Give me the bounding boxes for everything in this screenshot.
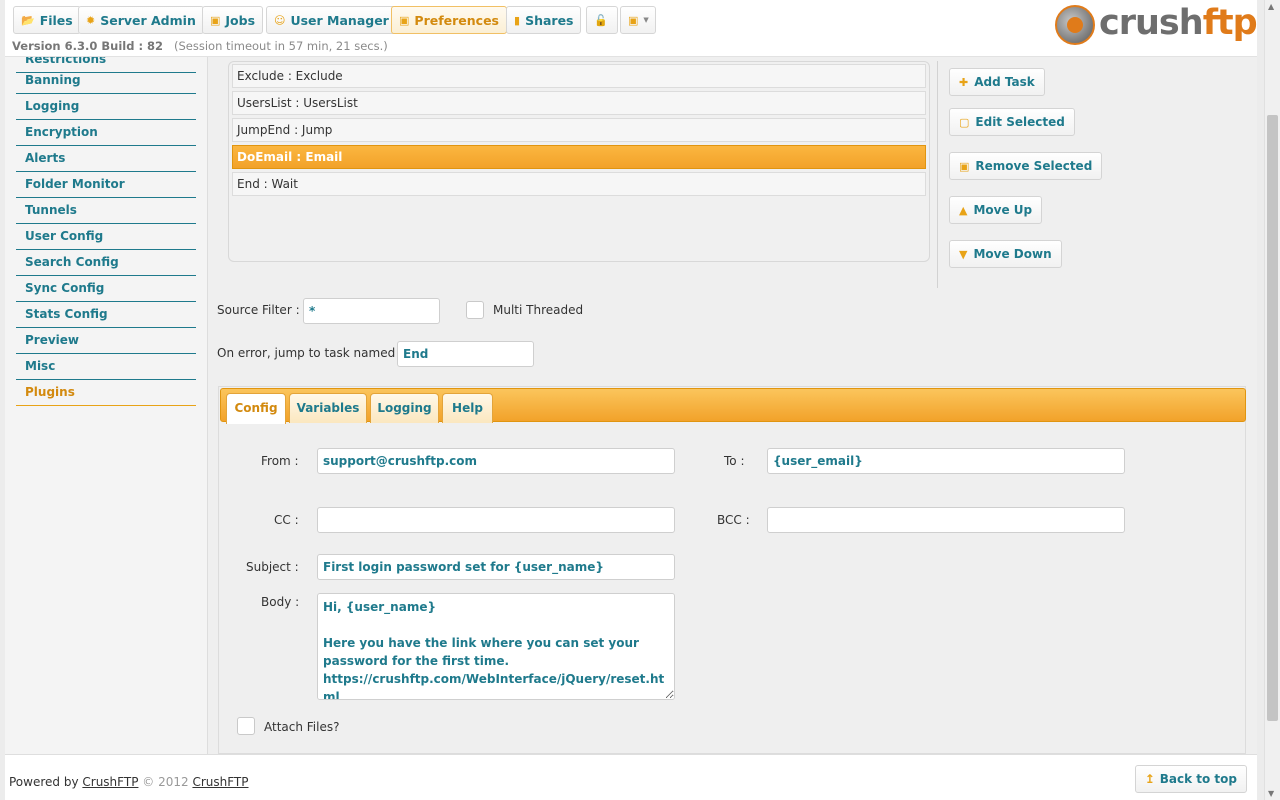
edit-icon: ▢	[959, 115, 970, 129]
source-filter-label: Source Filter :	[217, 303, 300, 317]
task-config-panel: Config Variables Logging Help From : To …	[218, 386, 1246, 754]
sidebar-item-alerts[interactable]: Alerts	[16, 146, 196, 172]
bcc-field[interactable]	[767, 507, 1125, 533]
body-textarea[interactable]	[317, 593, 675, 700]
logo-emblem-icon	[1055, 5, 1095, 45]
sidebar-item-sync-config[interactable]: Sync Config	[16, 276, 196, 302]
sidebar-item-stats-config[interactable]: Stats Config	[16, 302, 196, 328]
subject-label: Subject :	[246, 560, 299, 574]
from-label: From :	[261, 454, 299, 468]
sidebar-item-encryption[interactable]: Encryption	[16, 120, 196, 146]
nav-user-manager-button[interactable]: ☺ User Manager	[266, 6, 397, 34]
user-icon: ☺	[274, 13, 286, 27]
nav-jobs-button[interactable]: ▣ Jobs	[202, 6, 264, 34]
image-icon: ▣	[628, 13, 639, 27]
add-task-button[interactable]: ✚ Add Task	[949, 68, 1045, 96]
unlock-icon: 🔓	[594, 13, 608, 27]
cc-label: CC :	[274, 513, 299, 527]
subject-field[interactable]	[317, 554, 675, 580]
version-info: Version 6.3.0 Build : 82 (Session timeou…	[12, 39, 388, 53]
nav-unlock-button[interactable]: 🔓	[586, 6, 618, 34]
tab-variables[interactable]: Variables	[289, 393, 367, 423]
nav-shares-button[interactable]: ▮ Shares	[506, 6, 582, 34]
sidebar-item-logging[interactable]: Logging	[16, 94, 196, 120]
cc-field[interactable]	[317, 507, 675, 533]
shares-icon: ▮	[514, 13, 521, 27]
task-item[interactable]: End : Wait	[232, 172, 926, 196]
remove-selected-button[interactable]: ▣ Remove Selected	[949, 152, 1103, 180]
preferences-icon: ▣	[399, 13, 410, 27]
sidebar-item-user-config[interactable]: User Config	[16, 224, 196, 250]
task-list: Exclude : Exclude UsersList : UsersList …	[228, 61, 930, 262]
arrow-up-icon: ↥	[1144, 772, 1155, 786]
footer: Powered by CrushFTP © 2012 CrushFTP ↥ Bac…	[5, 754, 1257, 800]
to-label: To :	[724, 454, 745, 468]
source-filter-input[interactable]	[303, 298, 440, 324]
folder-icon: 📂	[21, 13, 35, 27]
on-error-input[interactable]	[397, 341, 534, 367]
edit-selected-button[interactable]: ▢ Edit Selected	[949, 108, 1075, 136]
preferences-sidebar: Restrictions Banning Logging Encryption …	[5, 57, 208, 754]
nav-preferences-button[interactable]: ▣ Preferences	[391, 6, 507, 34]
plus-icon: ✚	[959, 75, 969, 89]
nav-server-admin-button[interactable]: ✹ Server Admin	[78, 6, 204, 34]
attach-files-label: Attach Files?	[264, 720, 340, 734]
body-label: Body :	[261, 595, 300, 609]
nav-image-dropdown-button[interactable]: ▣ ▼	[620, 6, 656, 34]
sidebar-item-banning[interactable]: Banning	[16, 68, 196, 94]
multi-threaded-label: Multi Threaded	[493, 303, 584, 317]
crushftp-link[interactable]: CrushFTP	[192, 775, 248, 789]
bcc-label: BCC :	[717, 513, 750, 527]
crushftp-link[interactable]: CrushFTP	[82, 775, 138, 789]
sidebar-item-folder-monitor[interactable]: Folder Monitor	[16, 172, 196, 198]
tab-config[interactable]: Config	[226, 393, 286, 424]
multi-threaded-checkbox[interactable]	[466, 301, 484, 319]
crushftp-logo: crushftp	[1055, 3, 1258, 47]
tab-help[interactable]: Help	[442, 393, 493, 423]
sidebar-item-plugins[interactable]: Plugins	[16, 380, 196, 406]
move-down-button[interactable]: ▼ Move Down	[949, 240, 1062, 268]
sidebar-item-preview[interactable]: Preview	[16, 328, 196, 354]
nav-files-button[interactable]: 📂 Files	[13, 6, 81, 34]
scroll-down-icon[interactable]: ▼	[1268, 789, 1274, 798]
page-scrollbar[interactable]: ▲ ▼	[1264, 0, 1280, 800]
sidebar-item-tunnels[interactable]: Tunnels	[16, 198, 196, 224]
trash-icon: ▣	[959, 159, 970, 173]
top-bar: 📂 Files ✹ Server Admin ▣ Jobs ☺ User Manager…	[5, 0, 1258, 57]
divider	[937, 61, 938, 288]
attach-files-checkbox[interactable]	[237, 717, 255, 735]
scrollbar-thumb[interactable]	[1267, 115, 1278, 721]
task-item-selected[interactable]: DoEmail : Email	[232, 145, 926, 169]
sidebar-item-misc[interactable]: Misc	[16, 354, 196, 380]
move-up-button[interactable]: ▲ Move Up	[949, 196, 1043, 224]
back-to-top-button[interactable]: ↥ Back to top	[1134, 765, 1247, 793]
tab-bar: Config Variables Logging Help	[220, 388, 1246, 424]
to-field[interactable]	[767, 448, 1125, 474]
task-item[interactable]: Exclude : Exclude	[232, 64, 926, 88]
sidebar-item-search-config[interactable]: Search Config	[16, 250, 196, 276]
gear-icon: ✹	[86, 13, 96, 27]
on-error-label: On error, jump to task named :	[217, 346, 404, 360]
jobs-icon: ▣	[210, 13, 221, 27]
from-field[interactable]	[317, 448, 675, 474]
tab-logging[interactable]: Logging	[370, 393, 439, 423]
task-item[interactable]: JumpEnd : Jump	[232, 118, 926, 142]
task-item[interactable]: UsersList : UsersList	[232, 91, 926, 115]
arrow-up-icon: ▲	[959, 203, 968, 217]
powered-by: Powered by CrushFTP © 2012 CrushFTP	[9, 775, 249, 789]
arrow-down-icon: ▼	[959, 247, 968, 261]
main-content: Exclude : Exclude UsersList : UsersList …	[208, 57, 1257, 754]
chevron-down-icon: ▼	[643, 16, 649, 24]
scroll-up-icon[interactable]: ▲	[1268, 2, 1274, 11]
